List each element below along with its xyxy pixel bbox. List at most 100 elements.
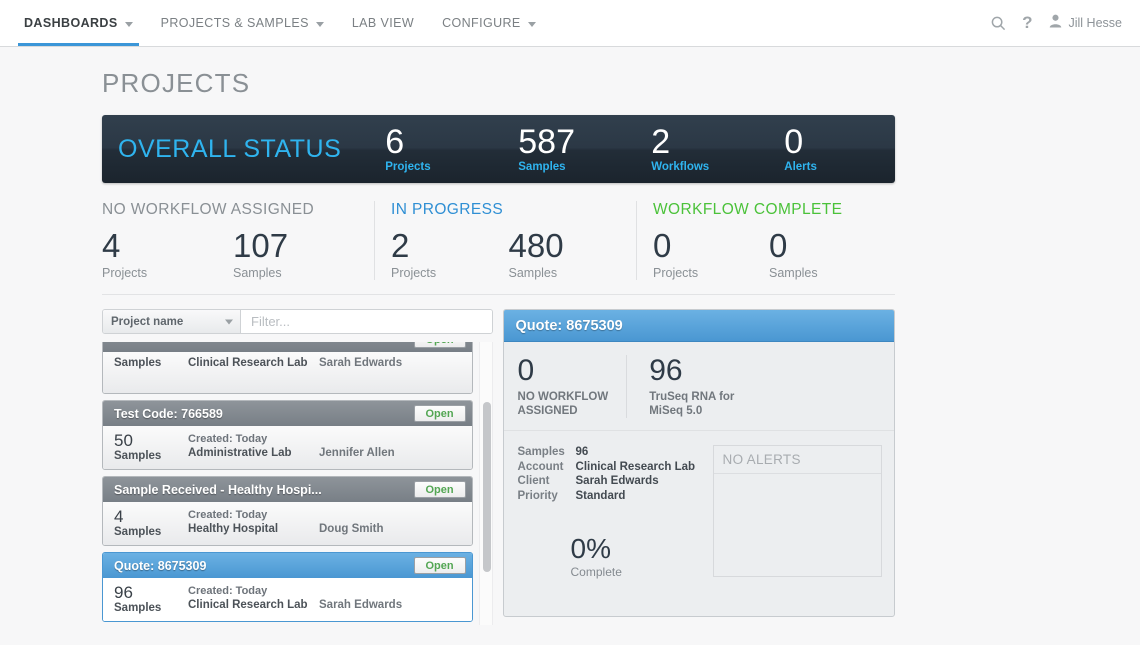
detail-field-samples: Samples 96: [518, 445, 713, 460]
open-button[interactable]: Open: [413, 481, 466, 498]
person-icon: [1049, 14, 1062, 33]
stat-value: 0: [653, 227, 672, 264]
field-value: Standard: [575, 489, 626, 502]
created-label: Created: Today: [188, 585, 268, 597]
nav-item-label: PROJECTS & SAMPLES: [160, 16, 309, 30]
open-button[interactable]: Open: [413, 405, 466, 422]
nav-item-dashboards[interactable]: DASHBOARDS: [10, 0, 147, 46]
stat-label: Projects: [385, 160, 431, 173]
lab-name: Clinical Research Lab: [188, 357, 308, 369]
project-card-selected[interactable]: Quote: 8675309 Open 96 Samples Created: …: [102, 552, 473, 622]
stat-value: 107: [233, 227, 289, 264]
page-content: PROJECTS OVERALL STATUS 6 Projects 587 S…: [0, 47, 1140, 645]
owner-name: Sarah Edwards: [319, 357, 403, 369]
user-menu[interactable]: Jill Hesse: [1049, 14, 1123, 33]
stat-value: 2: [651, 122, 671, 161]
open-button[interactable]: Open: [413, 557, 466, 574]
stat-label: Projects: [391, 266, 437, 280]
project-card-body: 96 Samples Created: Today Clinical Resea…: [103, 578, 472, 621]
project-detail-fields: Samples 96 Account Clinical Research Lab…: [518, 445, 713, 579]
user-name-label: Jill Hesse: [1068, 16, 1123, 30]
group-title: IN PROGRESS: [391, 201, 504, 218]
project-detail-header: Quote: 8675309: [503, 310, 894, 342]
nav-utilities: ? Jill Hesse: [991, 0, 1140, 46]
detail-stat-workflow: 96 TruSeq RNA for MiSeq 5.0: [626, 355, 752, 418]
owner-name: Sarah Edwards: [319, 599, 403, 611]
group-stat-samples: 0 Samples: [769, 227, 885, 281]
stat-value: 96: [649, 354, 683, 387]
nav-item-lab-view[interactable]: LAB VIEW: [338, 0, 428, 46]
sample-count: 50: [114, 431, 133, 450]
created-label: Created: Today: [188, 433, 268, 445]
stat-label: Samples: [769, 266, 818, 280]
help-icon[interactable]: ?: [1022, 13, 1032, 33]
project-card-count: 50 Samples: [114, 431, 188, 462]
project-card-header[interactable]: Test Code: 766589 Open: [103, 401, 472, 426]
group-stat-samples: 107 Samples: [233, 227, 364, 281]
project-card[interactable]: Test Code: 766589 Open 50 Samples Create…: [102, 400, 473, 470]
stat-label-line1: NO WORKFLOW: [517, 391, 609, 403]
group-items: 2 Projects 480 Samples: [391, 228, 626, 281]
nav-item-projects-and-samples[interactable]: PROJECTS & SAMPLES: [147, 0, 338, 46]
stat-label: Samples: [518, 160, 566, 173]
owner-name: Doug Smith: [319, 523, 384, 535]
chevron-down-icon: [124, 21, 133, 27]
project-list-scrollbar[interactable]: [478, 342, 493, 625]
nav-items: DASHBOARDS PROJECTS & SAMPLES LAB VIEW C…: [0, 0, 550, 46]
project-list: Open Samples: [102, 342, 493, 625]
group-stat-projects: 0 Projects: [653, 227, 769, 281]
status-stat-projects: 6 Projects: [385, 125, 518, 173]
completion-progress: 0% Complete: [518, 535, 713, 580]
status-stat-alerts: 0 Alerts: [784, 125, 917, 173]
project-detail-stats: 0 NO WORKFLOW ASSIGNED 96 TruSeq RNA for…: [503, 342, 894, 431]
stat-label: Alerts: [784, 160, 817, 173]
project-card[interactable]: Sample Received - Healthy Hospi... Open …: [102, 476, 473, 546]
stat-label: Workflows: [651, 160, 710, 173]
content-wrapper: OVERALL STATUS 6 Projects 587 Samples 2 …: [102, 115, 895, 625]
project-list-scroll-area: Open Samples: [102, 342, 473, 625]
stat-label-line2: ASSIGNED: [517, 405, 578, 417]
samples-label: Samples: [114, 526, 162, 538]
field-key: Client: [517, 475, 550, 487]
project-card-meta: Clinical Research Lab Sarah Edwards: [188, 357, 461, 386]
group-title: NO WORKFLOW ASSIGNED: [102, 201, 315, 218]
project-card-header[interactable]: Quote: 8675309 Open: [103, 553, 472, 578]
stat-value: 4: [102, 227, 121, 264]
project-card-meta: Created: Today Administrative Lab Jennif…: [188, 431, 461, 462]
stat-value: 0: [769, 227, 788, 264]
project-card-title: Test Code: 766589: [114, 406, 223, 421]
filter-field-select[interactable]: Project name: [103, 310, 241, 333]
stat-label: Projects: [102, 266, 148, 280]
lower-section: Project name Open: [102, 309, 895, 625]
search-icon[interactable]: [991, 16, 1006, 31]
filter-input[interactable]: [241, 310, 492, 333]
status-stat-samples: 587 Samples: [518, 125, 651, 173]
project-card-header[interactable]: Open: [103, 342, 472, 352]
field-key: Account: [517, 460, 564, 473]
project-detail-title: Quote: 8675309: [515, 317, 623, 334]
detail-field-client: Client Sarah Edwards: [518, 474, 713, 489]
chevron-down-icon: [527, 21, 536, 27]
nav-item-label: DASHBOARDS: [24, 16, 118, 30]
project-card-header[interactable]: Sample Received - Healthy Hospi... Open: [103, 477, 472, 502]
group-items: 0 Projects 0 Samples: [653, 227, 885, 281]
page-title: PROJECTS: [102, 68, 251, 98]
project-card-count: Samples: [114, 357, 188, 386]
project-card[interactable]: Open Samples: [102, 342, 473, 394]
field-key: Priority: [517, 489, 558, 502]
project-card-count: 4 Samples: [114, 507, 188, 538]
stat-label: Projects: [653, 266, 699, 280]
overall-status-banner: OVERALL STATUS 6 Projects 587 Samples 2 …: [102, 115, 895, 183]
top-navigation-bar: DASHBOARDS PROJECTS & SAMPLES LAB VIEW C…: [0, 0, 1140, 47]
alerts-panel: NO ALERTS: [712, 445, 882, 577]
overall-status-stats: 6 Projects 587 Samples 2 Workflows 0 Ale…: [385, 122, 917, 173]
project-card-body: 4 Samples Created: Today Healthy Hospita…: [103, 502, 472, 545]
scrollbar-thumb[interactable]: [482, 402, 491, 572]
project-card-title: Quote: 8675309: [114, 558, 207, 573]
status-group-in-progress: IN PROGRESS 2 Projects 480 Samples: [374, 201, 636, 280]
alerts-header: NO ALERTS: [713, 446, 881, 474]
field-value: Clinical Research Lab: [575, 460, 696, 473]
open-button[interactable]: Open: [413, 342, 466, 348]
nav-item-configure[interactable]: CONFIGURE: [428, 0, 550, 46]
nav-item-label: CONFIGURE: [442, 16, 521, 30]
